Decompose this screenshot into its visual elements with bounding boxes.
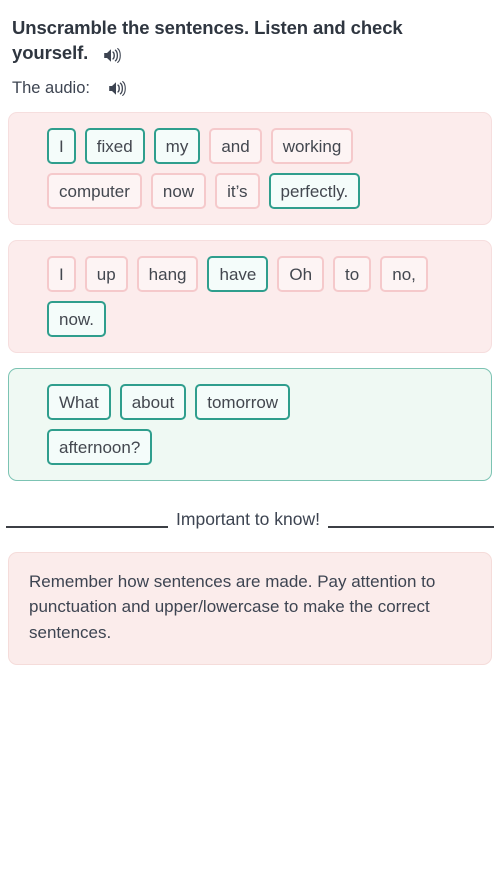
word-tile[interactable]: and (209, 128, 262, 165)
tile-row: Ifixed my and working (47, 128, 481, 165)
word-tile[interactable]: no, (380, 256, 428, 293)
tip-text: Remember how sentences are made. Pay att… (29, 571, 436, 643)
audio-row: The audio: (4, 79, 496, 98)
audio-label: The audio: (12, 79, 90, 98)
word-tile[interactable]: tomorrow (195, 384, 291, 421)
word-tile[interactable]: computer (47, 173, 142, 210)
page-title-line-1: Unscramble the sentences. Listen and che… (12, 17, 403, 38)
word-tile[interactable]: Oh (277, 256, 325, 293)
tile-rows: Ifixed my and working computer now it’s perfect… (9, 128, 491, 210)
word-tile[interactable]: to (333, 256, 372, 293)
tile-row: now. (47, 301, 481, 338)
sentence-block: What about tomorrow afternoon? (8, 368, 492, 482)
page-title-line-2: yourself. (12, 41, 89, 63)
word-tile[interactable]: my (153, 128, 201, 165)
page-title-line-2-wrap: yourself. (12, 41, 488, 66)
word-tile[interactable]: afternoon? (47, 429, 153, 466)
word-tile[interactable]: now. (47, 301, 106, 338)
exercise-page: Unscramble the sentences. Listen and che… (0, 16, 500, 666)
speaker-icon[interactable] (103, 47, 122, 64)
word-tile[interactable]: I (47, 128, 76, 165)
word-tile[interactable]: have (207, 256, 269, 293)
speaker-icon[interactable] (108, 80, 127, 97)
tile-rows: What about tomorrow afternoon? (9, 384, 491, 466)
divider-label: Important to know! (176, 509, 320, 530)
word-tile[interactable]: hang (136, 256, 199, 293)
word-tile[interactable]: working (270, 128, 354, 165)
tile-row: afternoon? (47, 429, 481, 466)
divider-rule-left (6, 526, 168, 528)
tile-rows: Iup hang have Oh to no, now. (9, 256, 491, 338)
page-title: Unscramble the sentences. Listen and che… (4, 16, 496, 65)
tip-box: Remember how sentences are made. Pay att… (8, 551, 492, 666)
tile-row: What about tomorrow (47, 384, 481, 421)
word-tile[interactable]: it’s (215, 173, 260, 210)
sentence-blocks: Ifixed my and working computer now it’s perfect… (4, 112, 496, 482)
word-tile[interactable]: about (119, 384, 187, 421)
sentence-block: Ifixed my and working computer now it’s perfect… (8, 112, 492, 226)
word-tile[interactable]: What (47, 384, 111, 421)
word-tile[interactable]: fixed (84, 128, 145, 165)
word-tile[interactable]: now (150, 173, 207, 210)
word-tile[interactable]: up (84, 256, 128, 293)
tile-row: Iup hang have Oh to no, (47, 256, 481, 293)
tile-row: computer now it’s perfectly. (47, 173, 481, 210)
word-tile[interactable]: perfectly. (268, 173, 361, 210)
divider-rule-right (328, 526, 494, 528)
section-divider: Important to know! (4, 507, 496, 532)
sentence-block: Iup hang have Oh to no, now. (8, 240, 492, 354)
word-tile[interactable]: I (47, 256, 76, 293)
